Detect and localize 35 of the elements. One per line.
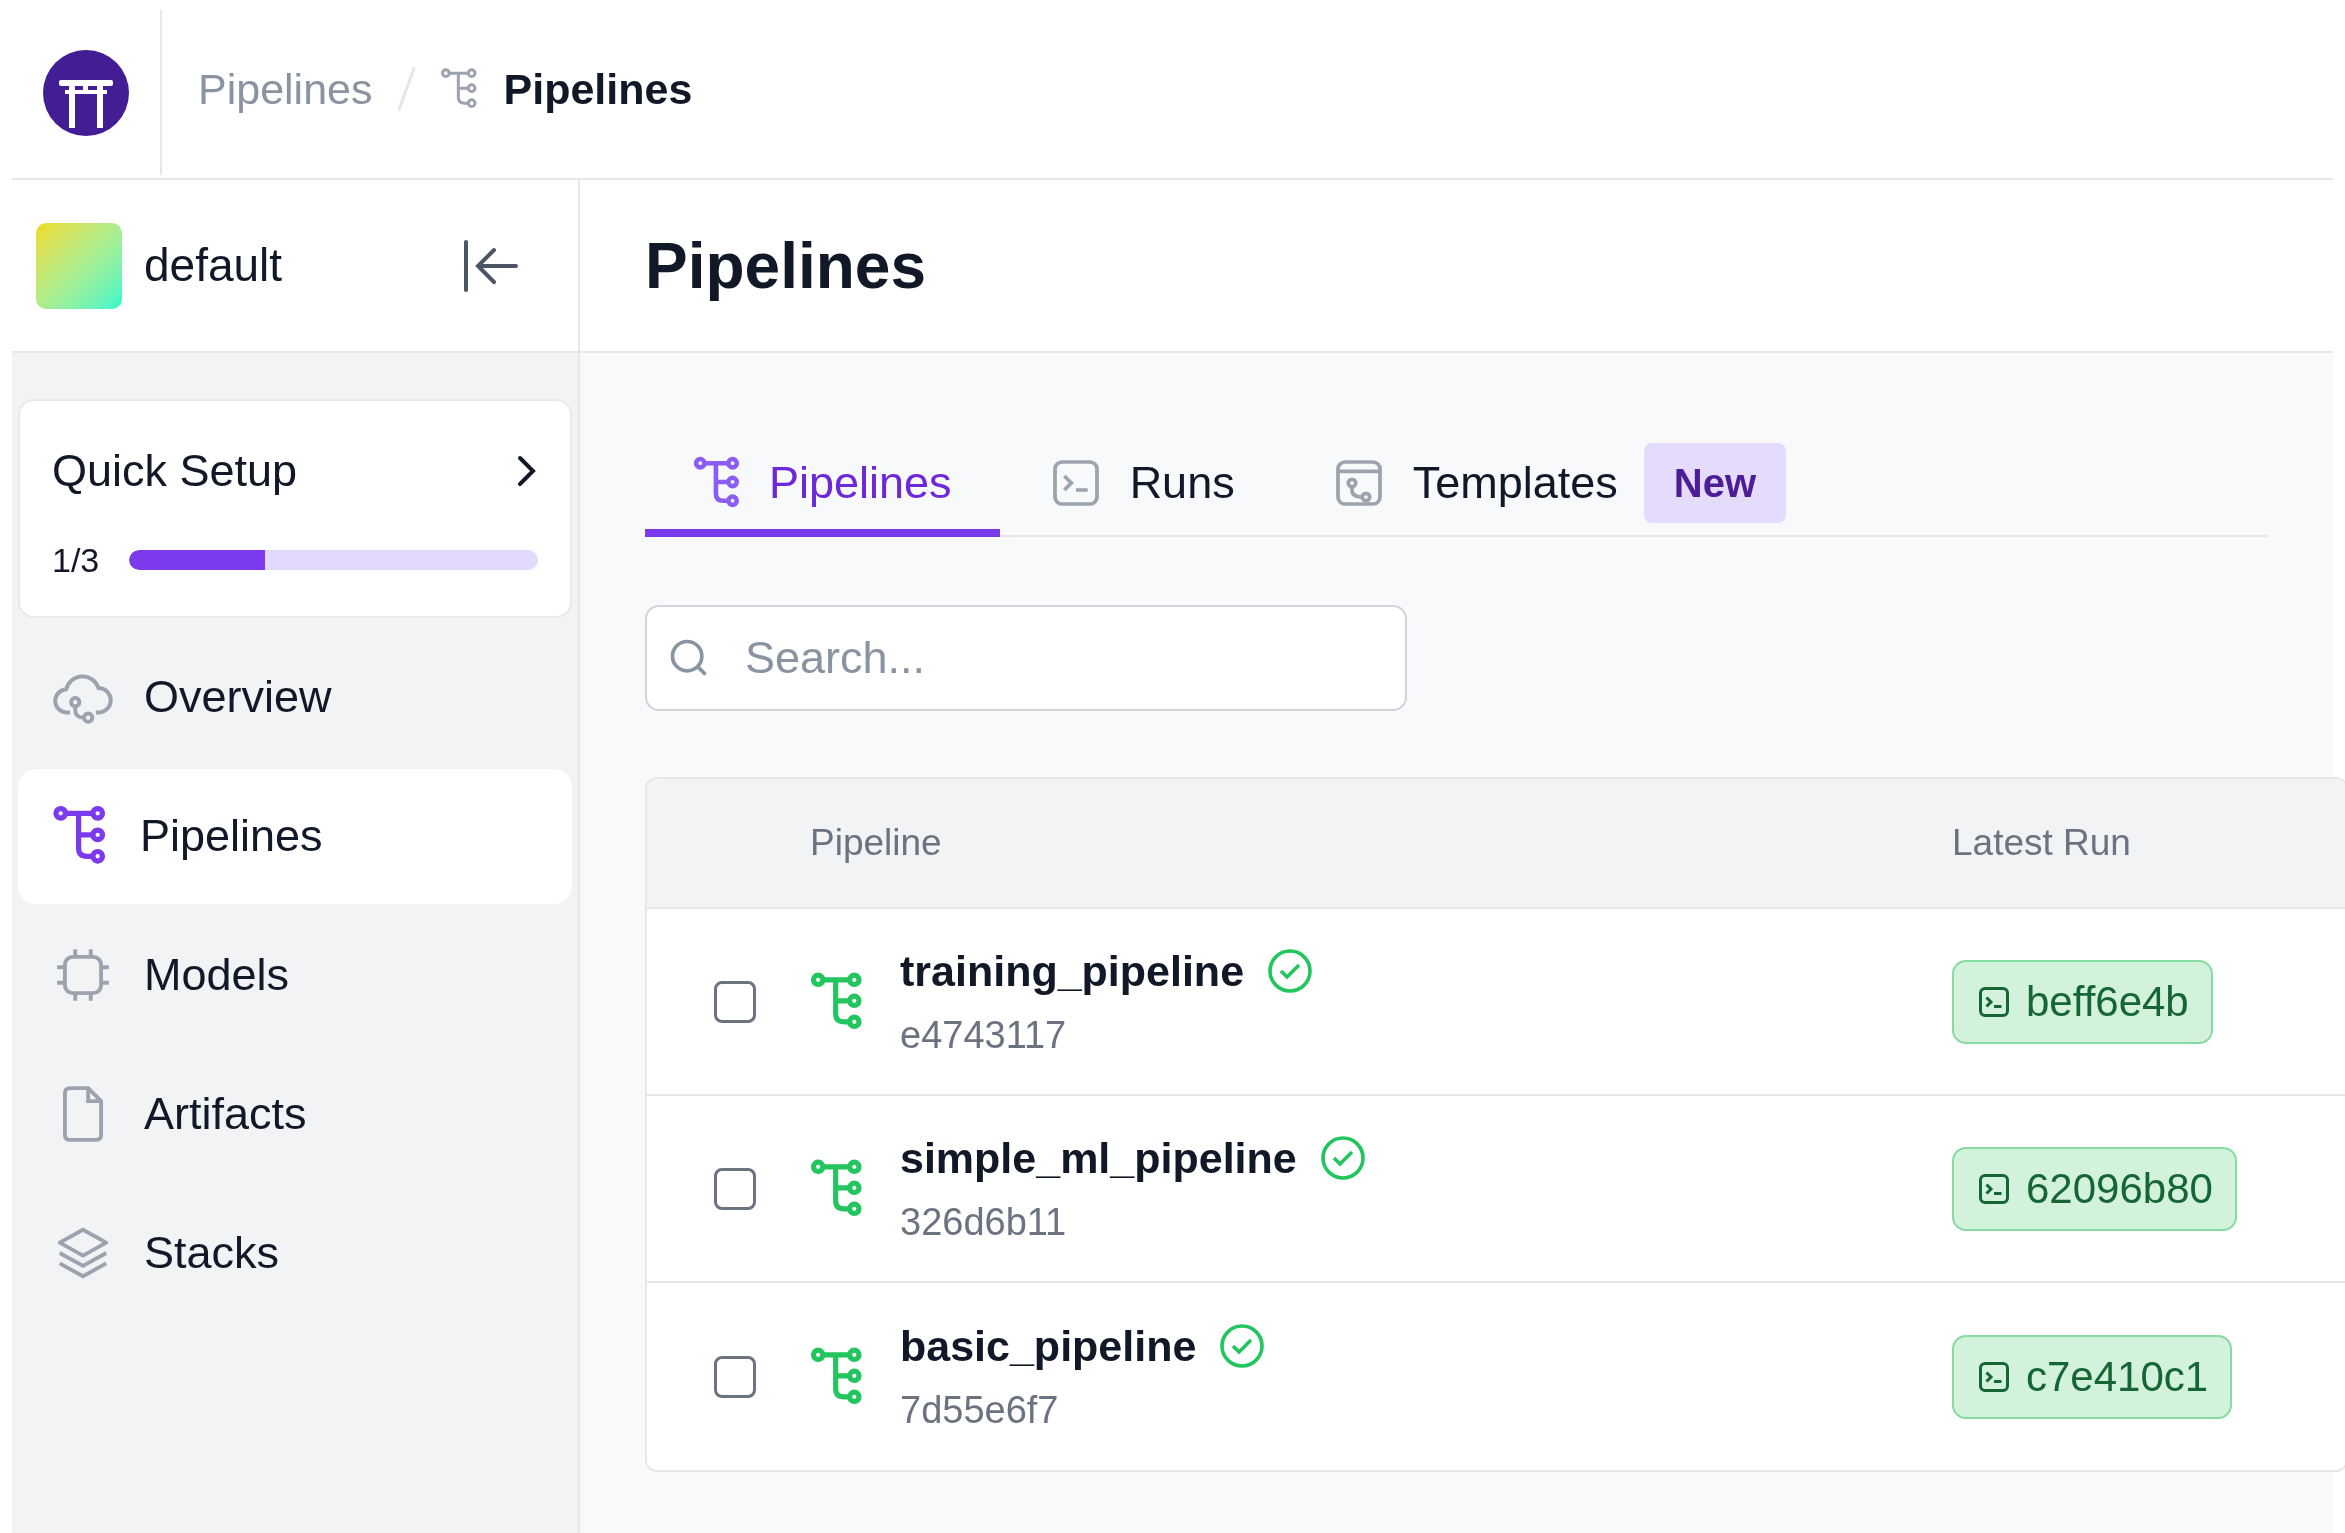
sidebar-item[interactable]: Pipelines: [18, 768, 572, 904]
pipeline-name[interactable]: simple_ml_pipeline: [900, 1125, 1297, 1191]
column-header: Pipeline: [810, 821, 943, 866]
workspace-name[interactable]: default: [144, 231, 283, 300]
pipeline-id: 326d6b11: [900, 1200, 1068, 1246]
tab[interactable]: Runs: [999, 445, 1283, 537]
run-badge[interactable]: 62096b80: [1952, 1146, 2237, 1231]
search-field[interactable]: Search...: [645, 605, 1407, 711]
row-checkbox[interactable]: [713, 1167, 756, 1210]
new-badge: New: [1643, 443, 1787, 523]
sidebar-item[interactable]: Overview: [18, 629, 572, 765]
pipeline-id: e4743117: [900, 1013, 1068, 1059]
run-badge[interactable]: beff6e4b: [1952, 959, 2213, 1044]
sidebar-item[interactable]: Models: [18, 907, 572, 1043]
logo-icon[interactable]: [43, 49, 129, 136]
success-check-icon: [1266, 947, 1315, 995]
chevron-right-icon: [516, 453, 538, 488]
page-title: Pipelines: [645, 228, 926, 304]
row-checkbox[interactable]: [713, 1355, 756, 1398]
success-check-icon: [1218, 1322, 1267, 1370]
progress-count: 1/3: [52, 539, 100, 581]
tab[interactable]: Templates New: [1282, 445, 1835, 537]
run-badge[interactable]: c7e410c1: [1952, 1334, 2233, 1419]
quick-setup-title: Quick Setup: [52, 444, 298, 498]
tab[interactable]: Pipelines: [645, 445, 1000, 537]
row-checkbox[interactable]: [713, 980, 756, 1023]
breadcrumb-current: Pipelines: [503, 63, 693, 115]
pipeline-name[interactable]: training_pipeline: [900, 938, 1245, 1004]
pipeline-name[interactable]: basic_pipeline: [900, 1313, 1197, 1379]
quick-setup-card[interactable]: Quick Setup 1/3: [18, 399, 572, 618]
column-header: Latest Run: [1952, 821, 2132, 866]
pipeline-id: 7d55e6f7: [900, 1388, 1060, 1434]
sidebar-item[interactable]: Artifacts: [18, 1046, 572, 1182]
sidebar-item[interactable]: Stacks: [18, 1185, 572, 1321]
success-check-icon: [1318, 1134, 1367, 1182]
